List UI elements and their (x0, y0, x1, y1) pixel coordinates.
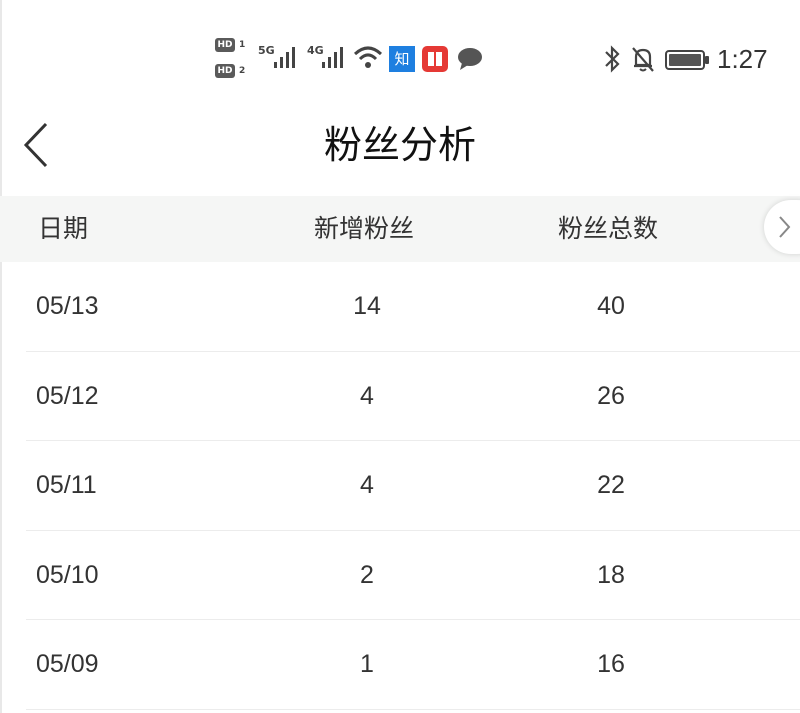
column-header-total-fans: 粉丝总数 (558, 214, 659, 243)
cell-date: 05/12 (36, 381, 99, 410)
hd-badge-sim1: HD (215, 38, 235, 52)
table-row[interactable]: 05/09 1 16 (0, 620, 800, 710)
zhihu-app-icon: 知 (389, 46, 415, 72)
bell-off-icon (632, 47, 654, 72)
table-row[interactable]: 05/12 4 26 (0, 352, 800, 441)
cell-new-fans: 14 (353, 292, 381, 320)
cell-total-fans: 40 (597, 292, 625, 320)
clock: 1:27 (717, 44, 768, 74)
cell-new-fans: 2 (360, 560, 374, 589)
cell-date: 05/10 (36, 560, 99, 589)
status-bar: HD 1 HD 2 5G 4G 知 1:27 (0, 0, 800, 110)
cell-new-fans: 1 (360, 650, 374, 678)
column-header-date: 日期 (38, 214, 89, 243)
row-divider (26, 708, 800, 710)
book-app-icon (422, 46, 448, 72)
table-row[interactable]: 05/10 2 18 (0, 531, 800, 620)
signal-icon (274, 47, 295, 68)
chat-icon (458, 48, 482, 70)
table-row[interactable]: 05/11 4 22 (0, 441, 800, 531)
cell-total-fans: 26 (597, 381, 625, 410)
cell-new-fans: 4 (360, 381, 374, 410)
chevron-right-icon (779, 216, 791, 238)
cell-new-fans: 4 (360, 471, 374, 499)
cell-total-fans: 18 (597, 560, 625, 589)
wifi-icon (353, 46, 383, 68)
sim1-number: 1 (239, 40, 246, 50)
sim-indicators: HD 1 HD 2 (215, 38, 251, 82)
table-header: 日期 新增粉丝 粉丝总数 (0, 196, 800, 262)
bluetooth-icon (605, 45, 620, 73)
cell-total-fans: 22 (597, 471, 625, 499)
cell-date: 05/13 (36, 292, 99, 320)
cell-date: 05/09 (36, 650, 99, 678)
hd-badge-sim2: HD (215, 64, 235, 78)
column-header-new-fans: 新增粉丝 (314, 214, 415, 243)
cell-total-fans: 16 (597, 650, 625, 678)
table-row[interactable]: 05/13 14 40 (0, 262, 800, 352)
signal-icon-2 (322, 47, 343, 68)
cell-date: 05/11 (36, 471, 97, 499)
page-title: 粉丝分析 (323, 123, 476, 167)
scroll-right-button[interactable] (764, 200, 800, 254)
table-body: 05/13 14 40 05/12 4 26 05/11 4 22 05/10 … (0, 262, 800, 710)
sim2-number: 2 (239, 66, 246, 76)
battery-icon (665, 50, 709, 70)
